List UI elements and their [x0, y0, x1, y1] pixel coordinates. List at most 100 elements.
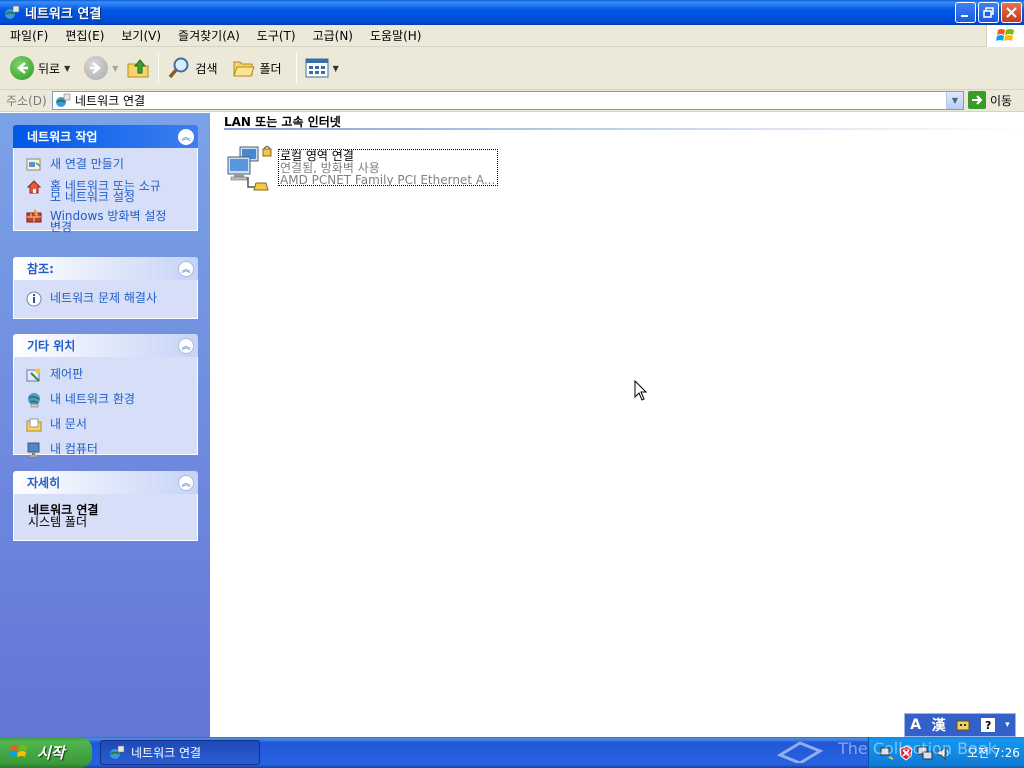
watermark: The Collection Book	[776, 733, 997, 763]
menu-favorites[interactable]: 즐겨찾기(A)	[168, 27, 247, 44]
network-connections-icon	[110, 745, 125, 759]
back-dropdown-icon[interactable]: ▼	[64, 64, 70, 73]
my-network-icon	[28, 393, 40, 408]
task-label: 네트워크 문제 해결사	[50, 291, 157, 305]
place-my-documents[interactable]: 내 문서	[26, 417, 189, 433]
ime-help-icon[interactable]: ?	[980, 718, 995, 732]
collapse-icon[interactable]: ︽	[178, 337, 194, 354]
other-places-header[interactable]: 기타 위치 ︽	[13, 334, 198, 357]
taskbar-window-button[interactable]: 네트워크 연결	[100, 740, 260, 765]
content-pane[interactable]: LAN 또는 고속 인터넷 로컬 영역 연결 연결됨, 방화벽 사용 AMD P…	[210, 113, 1024, 737]
menu-help[interactable]: 도움말(H)	[360, 27, 429, 44]
toolbar-separator	[158, 53, 160, 83]
task-label-line2: 모 네트워크 설정	[50, 190, 135, 204]
minimize-button[interactable]	[955, 2, 976, 23]
go-label: 이동	[990, 93, 1013, 108]
see-also-body: 네트워크 문제 해결사	[13, 280, 198, 319]
collapse-icon[interactable]: ︽	[178, 474, 194, 491]
toolbar: 뒤로 ▼ ▼ 검색 폴더 ▼	[0, 47, 1024, 90]
ime-hanja[interactable]: 漢	[932, 715, 946, 735]
details-type: 시스템 폴더	[28, 515, 88, 529]
place-my-network[interactable]: 내 네트워크 환경	[26, 392, 189, 408]
address-dropdown-icon[interactable]: ▼	[946, 92, 963, 109]
ime-softkeyboard-icon[interactable]	[956, 718, 970, 732]
details-header[interactable]: 자세히 ︽	[13, 471, 198, 494]
menu-file[interactable]: 파일(F)	[0, 27, 55, 44]
details-title: 자세히	[27, 476, 61, 490]
window-title: 네트워크 연결	[25, 7, 102, 22]
control-panel-icon	[26, 368, 41, 382]
menu-edit[interactable]: 편집(E)	[55, 27, 111, 44]
start-button[interactable]: 시작	[0, 737, 92, 768]
task-label: 제어판	[50, 367, 84, 381]
forward-button[interactable]: ▼	[80, 51, 122, 85]
forward-arrow-icon	[84, 56, 109, 80]
info-icon	[26, 291, 42, 307]
search-button[interactable]: 검색	[163, 51, 221, 85]
local-area-connection-item[interactable]: 로컬 영역 연결 연결됨, 방화벽 사용 AMD PCNET Family PC…	[226, 145, 498, 195]
close-icon	[1006, 7, 1017, 18]
place-my-computer[interactable]: 내 컴퓨터	[26, 442, 189, 458]
up-folder-icon	[127, 59, 149, 78]
back-button[interactable]: 뒤로 ▼	[6, 51, 74, 85]
network-tasks-header[interactable]: 네트워크 작업 ︽	[13, 125, 198, 148]
collapse-icon[interactable]: ︽	[178, 128, 194, 145]
details-panel: 자세히 ︽ 네트워크 연결 시스템 폴더	[13, 471, 198, 541]
back-arrow-icon	[10, 56, 34, 80]
my-computer-icon	[27, 442, 40, 458]
views-dropdown-icon[interactable]: ▼	[333, 64, 339, 73]
title-bar[interactable]: 네트워크 연결	[0, 0, 1024, 25]
mouse-cursor-icon	[634, 380, 648, 401]
forward-dropdown-icon: ▼	[112, 63, 119, 73]
menu-view[interactable]: 보기(V)	[111, 27, 168, 44]
network-tasks-title: 네트워크 작업	[27, 130, 98, 144]
task-label-line2: 변경	[50, 220, 73, 234]
see-also-title: 참조:	[27, 262, 54, 276]
connection-label-box[interactable]: 로컬 영역 연결 연결됨, 방화벽 사용 AMD PCNET Family PC…	[278, 149, 498, 186]
ime-options-icon[interactable]: ▾	[1005, 720, 1010, 730]
home-network-icon	[26, 180, 42, 194]
menu-tools[interactable]: 도구(T)	[247, 27, 303, 44]
my-documents-icon	[26, 418, 42, 432]
views-button[interactable]: ▼	[301, 51, 343, 85]
search-icon	[169, 57, 189, 79]
windows-logo-icon	[9, 744, 27, 757]
address-value: 네트워크 연결	[75, 94, 146, 108]
connection-status: 연결됨, 방화벽 사용	[280, 161, 380, 175]
address-bar: 주소(D) 네트워크 연결 ▼ 이동	[0, 90, 1024, 112]
task-home-network[interactable]: 홈 네트워크 또는 소규 모 네트워크 설정	[26, 179, 189, 203]
go-button[interactable]: 이동	[968, 91, 1012, 109]
see-also-header[interactable]: 참조: ︽	[13, 257, 198, 280]
other-places-title: 기타 위치	[27, 339, 76, 353]
see-also-panel: 참조: ︽ 네트워크 문제 해결사	[13, 257, 198, 319]
address-input[interactable]: 네트워크 연결 ▼	[52, 91, 964, 110]
group-divider	[224, 128, 1024, 130]
collapse-icon[interactable]: ︽	[178, 260, 194, 277]
network-tasks-panel: 네트워크 작업 ︽ 새 연결 만들기 홈 네트워크 또는 소규 모 네트워크 설정	[13, 125, 198, 233]
network-connections-icon	[5, 5, 20, 19]
up-folder-button[interactable]	[122, 51, 154, 85]
task-firewall[interactable]: Windows 방화벽 설정 변경	[26, 209, 189, 233]
place-control-panel[interactable]: 제어판	[26, 367, 189, 383]
folders-button[interactable]: 폴더	[228, 51, 286, 85]
ime-mode[interactable]: A	[910, 717, 921, 733]
menu-advanced[interactable]: 고급(N)	[303, 27, 360, 44]
firewall-icon	[26, 209, 42, 223]
task-label: 새 연결 만들기	[50, 157, 124, 171]
other-places-body: 제어판 내 네트워크 환경 내 문서 내 컴퓨터	[13, 357, 198, 458]
task-troubleshooter[interactable]: 네트워크 문제 해결사	[26, 291, 189, 307]
task-label: 내 문서	[50, 417, 87, 431]
new-connection-icon	[26, 158, 41, 171]
task-pane: 네트워크 작업 ︽ 새 연결 만들기 홈 네트워크 또는 소규 모 네트워크 설정	[0, 113, 210, 737]
restore-button[interactable]	[978, 2, 999, 23]
go-arrow-icon	[968, 91, 986, 109]
minimize-icon	[961, 15, 968, 17]
task-new-connection[interactable]: 새 연결 만들기	[26, 157, 189, 173]
close-button[interactable]	[1001, 2, 1022, 23]
other-places-panel: 기타 위치 ︽ 제어판 내 네트워크 환경 내 문서 내 컴퓨터	[13, 334, 198, 458]
start-label: 시작	[37, 744, 65, 762]
restore-icon	[983, 7, 994, 18]
task-label: 내 네트워크 환경	[50, 392, 135, 406]
details-body: 네트워크 연결 시스템 폴더	[13, 494, 198, 541]
book-logo-icon	[776, 741, 824, 763]
